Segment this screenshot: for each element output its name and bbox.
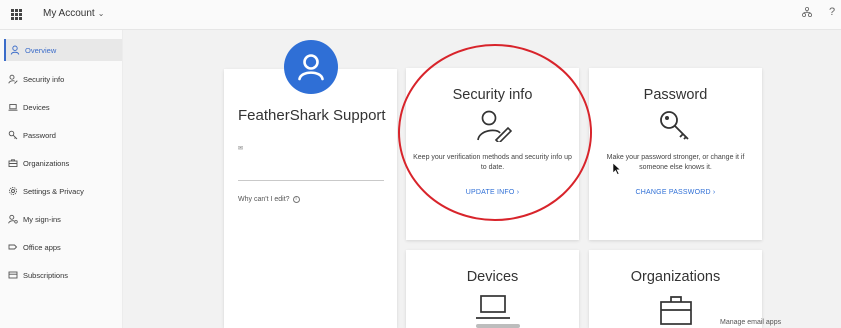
change-password-link[interactable]: CHANGE PASSWORD › bbox=[589, 189, 762, 196]
subscriptions-icon bbox=[8, 271, 18, 279]
sidebar-item-my-sign-ins[interactable]: My sign-ins bbox=[4, 208, 122, 230]
card-title: Devices bbox=[466, 269, 519, 285]
sidebar-item-label: Security info bbox=[23, 74, 65, 84]
security-info-icon bbox=[476, 110, 512, 142]
key-icon bbox=[659, 111, 689, 140]
chevron-right-icon: › bbox=[712, 189, 716, 196]
mouse-cursor-icon bbox=[612, 162, 621, 175]
card-title: Password bbox=[643, 87, 708, 103]
gear-icon bbox=[9, 187, 17, 195]
app-launcher-icon[interactable] bbox=[11, 9, 22, 20]
sidebar-item-office-apps[interactable]: Office apps bbox=[4, 236, 122, 258]
person-icon bbox=[10, 45, 20, 55]
card-title: Organizations bbox=[630, 269, 721, 285]
briefcase-icon bbox=[659, 296, 692, 325]
key-icon bbox=[8, 130, 18, 140]
sidebar-item-organizations[interactable]: Organizations bbox=[4, 152, 122, 174]
person-icon bbox=[298, 54, 324, 81]
sidebar-item-label: My sign-ins bbox=[23, 214, 61, 224]
profile-name: FeatherShark Support bbox=[238, 107, 386, 124]
password-card[interactable]: Password Make your password stronger, or… bbox=[589, 68, 762, 240]
update-info-link[interactable]: UPDATE INFO › bbox=[406, 189, 579, 196]
sidebar-item-label: Password bbox=[23, 130, 56, 140]
briefcase-icon bbox=[8, 159, 18, 167]
sidebar-item-devices[interactable]: Devices bbox=[4, 96, 122, 118]
sidebar-item-overview[interactable]: Overview bbox=[4, 39, 122, 61]
app-title: My Account bbox=[43, 8, 95, 19]
sidebar: Overview Security info Devices Password … bbox=[0, 30, 123, 328]
manage-email-apps-text: Manage email apps bbox=[720, 319, 782, 326]
organizations-card[interactable]: Organizations bbox=[589, 250, 762, 328]
sidebar-item-label: Organizations bbox=[23, 158, 70, 168]
chevron-right-icon: › bbox=[516, 189, 520, 196]
sidebar-item-label: Office apps bbox=[23, 242, 61, 252]
sidebar-item-security-info[interactable]: Security info bbox=[4, 68, 122, 90]
account-menu[interactable]: My Account ⌄ bbox=[43, 8, 104, 19]
card-description: Keep your verification methods and secur… bbox=[413, 154, 572, 171]
why-cant-i-edit-link[interactable]: Why can't I edit? i bbox=[238, 196, 300, 203]
divider bbox=[238, 180, 384, 181]
security-info-icon bbox=[8, 74, 18, 84]
sidebar-item-label: Subscriptions bbox=[23, 270, 69, 280]
sidebar-item-password[interactable]: Password bbox=[4, 124, 122, 146]
security-info-card[interactable]: Security info Keep your verification met… bbox=[406, 68, 579, 240]
mail-icon: ✉ bbox=[238, 146, 244, 152]
update-info-label: UPDATE INFO bbox=[465, 189, 515, 196]
sign-ins-icon bbox=[8, 214, 18, 224]
chevron-down-icon: ⌄ bbox=[97, 9, 105, 18]
office-apps-icon bbox=[8, 244, 18, 250]
organization-icon[interactable] bbox=[802, 7, 812, 17]
avatar bbox=[284, 40, 338, 94]
sidebar-item-label: Devices bbox=[23, 102, 50, 112]
sidebar-item-label: Settings & Privacy bbox=[23, 186, 84, 196]
profile-card: FeatherShark Support ✉ Why can't I edit?… bbox=[224, 69, 397, 328]
sidebar-item-settings-privacy[interactable]: Settings & Privacy bbox=[4, 180, 122, 202]
sidebar-item-subscriptions[interactable]: Subscriptions bbox=[4, 264, 122, 286]
info-icon: i bbox=[292, 196, 300, 203]
change-password-label: CHANGE PASSWORD bbox=[635, 189, 711, 196]
devices-card[interactable]: Devices bbox=[406, 250, 579, 328]
card-title: Security info bbox=[452, 87, 533, 103]
laptop-icon bbox=[8, 104, 18, 111]
sidebar-item-label: Overview bbox=[25, 45, 57, 55]
top-bar: My Account ⌄ ? bbox=[0, 0, 841, 30]
horizontal-scrollbar[interactable] bbox=[476, 324, 520, 328]
laptop-icon bbox=[475, 295, 510, 319]
why-cant-i-edit-label: Why can't I edit? bbox=[238, 196, 290, 203]
help-icon[interactable]: ? bbox=[829, 6, 835, 18]
